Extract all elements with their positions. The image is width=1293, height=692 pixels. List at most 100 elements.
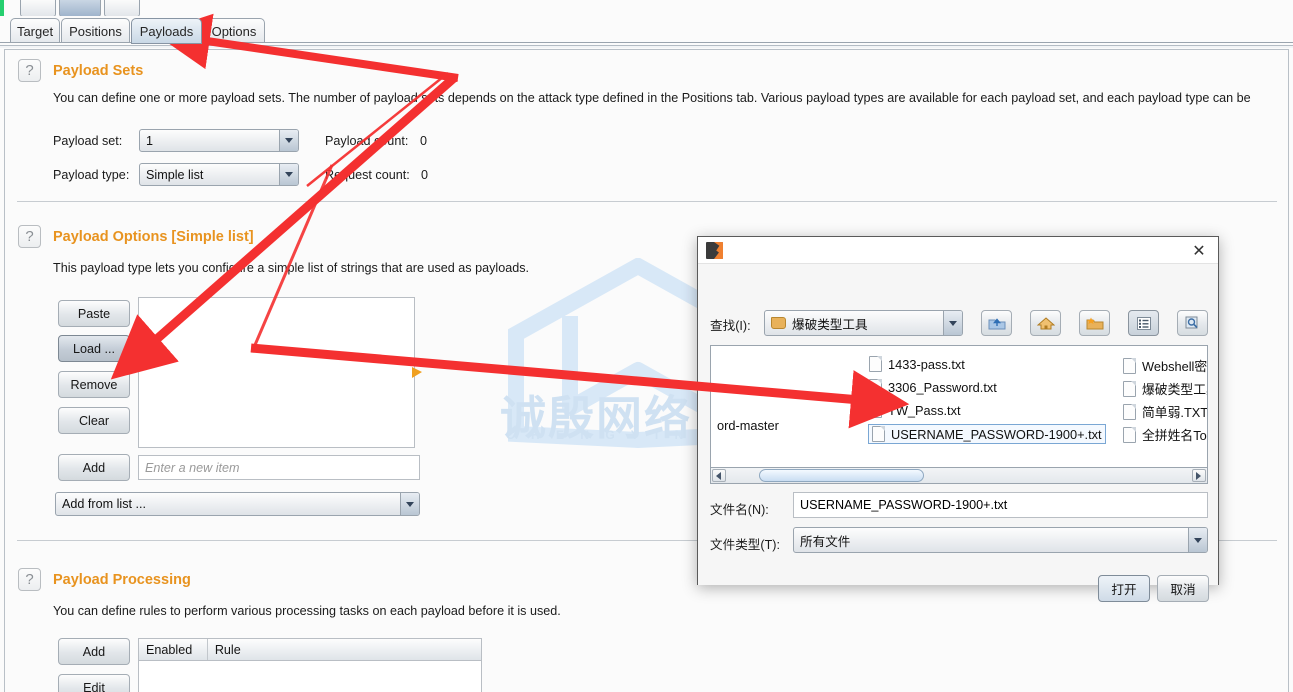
file-name: Webshell密码 bbox=[1142, 359, 1208, 374]
tab-target[interactable]: Target bbox=[10, 18, 60, 44]
dialog-title-bar[interactable]: ✕ bbox=[698, 237, 1218, 264]
list-item[interactable]: 全拼姓名Top bbox=[1123, 425, 1208, 444]
list-item[interactable]: 简单弱.TXT bbox=[1123, 402, 1208, 421]
outer-tab-1[interactable] bbox=[20, 0, 56, 17]
text-file-icon bbox=[1123, 426, 1136, 443]
request-count-label: Request count: bbox=[325, 168, 410, 182]
add-payload-button[interactable]: Add bbox=[58, 454, 130, 481]
add-from-list-combo[interactable]: Add from list ... bbox=[55, 492, 420, 516]
file-name: 简单弱.TXT bbox=[1142, 405, 1208, 420]
payload-type-value: Simple list bbox=[146, 167, 204, 182]
close-icon[interactable]: ✕ bbox=[1190, 241, 1208, 260]
processing-add-button[interactable]: Add bbox=[58, 638, 130, 665]
up-folder-icon[interactable] bbox=[981, 310, 1012, 336]
list-item[interactable]: 3306_Password.txt bbox=[869, 379, 997, 395]
payload-set-label: Payload set: bbox=[53, 134, 123, 148]
file-type-value: 所有文件 bbox=[800, 534, 851, 549]
load-button[interactable]: Load ... bbox=[58, 335, 130, 362]
open-file-dialog: ✕ 查找(I): 爆破类型工具 ord-master 1433-pass.txt… bbox=[697, 236, 1219, 602]
folder-icon bbox=[771, 317, 786, 329]
new-item-input[interactable]: Enter a new item bbox=[138, 455, 420, 480]
payload-set-combo[interactable]: 1 bbox=[139, 129, 299, 152]
payload-type-combo[interactable]: Simple list bbox=[139, 163, 299, 186]
cancel-button[interactable]: 取消 bbox=[1157, 575, 1209, 602]
look-in-value: 爆破类型工具 bbox=[792, 317, 868, 332]
list-item[interactable]: TW_Pass.txt bbox=[869, 402, 961, 418]
list-item[interactable]: 爆破类型工具 bbox=[1123, 379, 1207, 398]
file-name-label: 文件名(N): bbox=[710, 503, 769, 517]
clear-button[interactable]: Clear bbox=[58, 407, 130, 434]
tab-options[interactable]: Options bbox=[203, 18, 265, 44]
remove-button[interactable]: Remove bbox=[58, 371, 130, 398]
help-icon-payload-processing[interactable]: ? bbox=[18, 568, 41, 591]
text-file-icon bbox=[1123, 380, 1136, 397]
file-name: 1433-pass.txt bbox=[888, 356, 965, 372]
open-button-label: 打开 bbox=[1111, 583, 1137, 597]
tab-bar-underline-2 bbox=[0, 45, 1293, 48]
look-in-combo[interactable]: 爆破类型工具 bbox=[764, 310, 963, 336]
home-icon[interactable] bbox=[1030, 310, 1061, 336]
file-name: 3306_Password.txt bbox=[888, 379, 997, 395]
dialog-body: 查找(I): 爆破类型工具 ord-master 1433-pass.txt 3… bbox=[698, 264, 1218, 602]
paste-label: Paste bbox=[77, 306, 111, 321]
list-item-selected[interactable]: USERNAME_PASSWORD-1900+.txt bbox=[868, 424, 1106, 444]
clear-label: Clear bbox=[78, 413, 110, 428]
column-header-enabled: Enabled bbox=[139, 639, 208, 660]
text-file-icon bbox=[869, 379, 882, 395]
payload-options-header: ? Payload Options [Simple list] bbox=[18, 225, 254, 248]
payload-sets-description: You can define one or more payload sets.… bbox=[53, 91, 1251, 105]
payload-processing-description: You can define rules to perform various … bbox=[53, 604, 561, 618]
tab-payloads-label: Payloads bbox=[139, 23, 194, 39]
add-from-list-value: Add from list ... bbox=[62, 497, 146, 511]
scroll-left-icon[interactable] bbox=[712, 469, 726, 482]
tab-options-label: Options bbox=[211, 23, 257, 39]
chevron-down-icon[interactable] bbox=[1188, 528, 1207, 552]
chevron-down-icon[interactable] bbox=[943, 311, 962, 335]
remove-label: Remove bbox=[70, 377, 118, 392]
paste-button[interactable]: Paste bbox=[58, 300, 130, 327]
scroll-right-icon[interactable] bbox=[1192, 469, 1206, 482]
payload-sets-title: Payload Sets bbox=[53, 62, 144, 79]
hscroll-thumb[interactable] bbox=[759, 469, 924, 482]
text-file-icon bbox=[869, 356, 882, 372]
outer-tab-3[interactable] bbox=[104, 0, 140, 17]
help-icon-payload-sets[interactable]: ? bbox=[18, 59, 41, 82]
text-file-icon bbox=[1123, 403, 1136, 420]
load-label: Load ... bbox=[72, 341, 115, 356]
text-file-icon bbox=[872, 426, 885, 442]
tab-positions[interactable]: Positions bbox=[61, 18, 130, 44]
file-type-combo[interactable]: 所有文件 bbox=[793, 527, 1208, 553]
processing-edit-button[interactable]: Edit bbox=[58, 674, 130, 692]
file-list-hscrollbar[interactable] bbox=[710, 467, 1208, 484]
new-folder-icon[interactable] bbox=[1079, 310, 1110, 336]
payload-processing-table[interactable]: Enabled Rule bbox=[138, 638, 482, 692]
text-file-icon bbox=[869, 402, 882, 418]
chevron-down-icon[interactable] bbox=[279, 130, 298, 151]
help-icon-payload-options[interactable]: ? bbox=[18, 225, 41, 248]
file-item-partial[interactable]: ord-master bbox=[717, 418, 779, 433]
cancel-button-label: 取消 bbox=[1170, 583, 1196, 597]
section-divider-1 bbox=[17, 201, 1277, 202]
tab-target-label: Target bbox=[16, 23, 54, 39]
list-item[interactable]: 1433-pass.txt bbox=[869, 356, 965, 372]
column-header-rule: Rule bbox=[214, 642, 241, 657]
tab-payloads[interactable]: Payloads bbox=[131, 18, 202, 44]
details-view-icon[interactable] bbox=[1177, 310, 1208, 336]
payload-list-box[interactable] bbox=[138, 297, 415, 448]
screen: Target Positions Payloads Options ? Payl… bbox=[0, 0, 1293, 692]
payload-sets-header: ? Payload Sets bbox=[18, 59, 143, 82]
open-button[interactable]: 打开 bbox=[1098, 575, 1150, 602]
file-name-input[interactable]: USERNAME_PASSWORD-1900+.txt bbox=[793, 492, 1208, 518]
request-count-value: 0 bbox=[421, 168, 429, 182]
text-file-icon bbox=[1123, 357, 1136, 374]
file-list[interactable]: ord-master 1433-pass.txt 3306_Password.t… bbox=[710, 345, 1208, 473]
file-partial-label: ord-master bbox=[717, 418, 779, 433]
file-name: 全拼姓名Top bbox=[1142, 428, 1208, 443]
chevron-down-icon[interactable] bbox=[400, 493, 419, 515]
outer-tab-2-active[interactable] bbox=[59, 0, 101, 17]
payload-processing-header: ? Payload Processing bbox=[18, 568, 191, 591]
chevron-down-icon[interactable] bbox=[279, 164, 298, 185]
list-item[interactable]: Webshell密码 bbox=[1123, 356, 1208, 375]
list-view-icon[interactable] bbox=[1128, 310, 1159, 336]
payload-count-label: Payload count: bbox=[325, 134, 409, 148]
